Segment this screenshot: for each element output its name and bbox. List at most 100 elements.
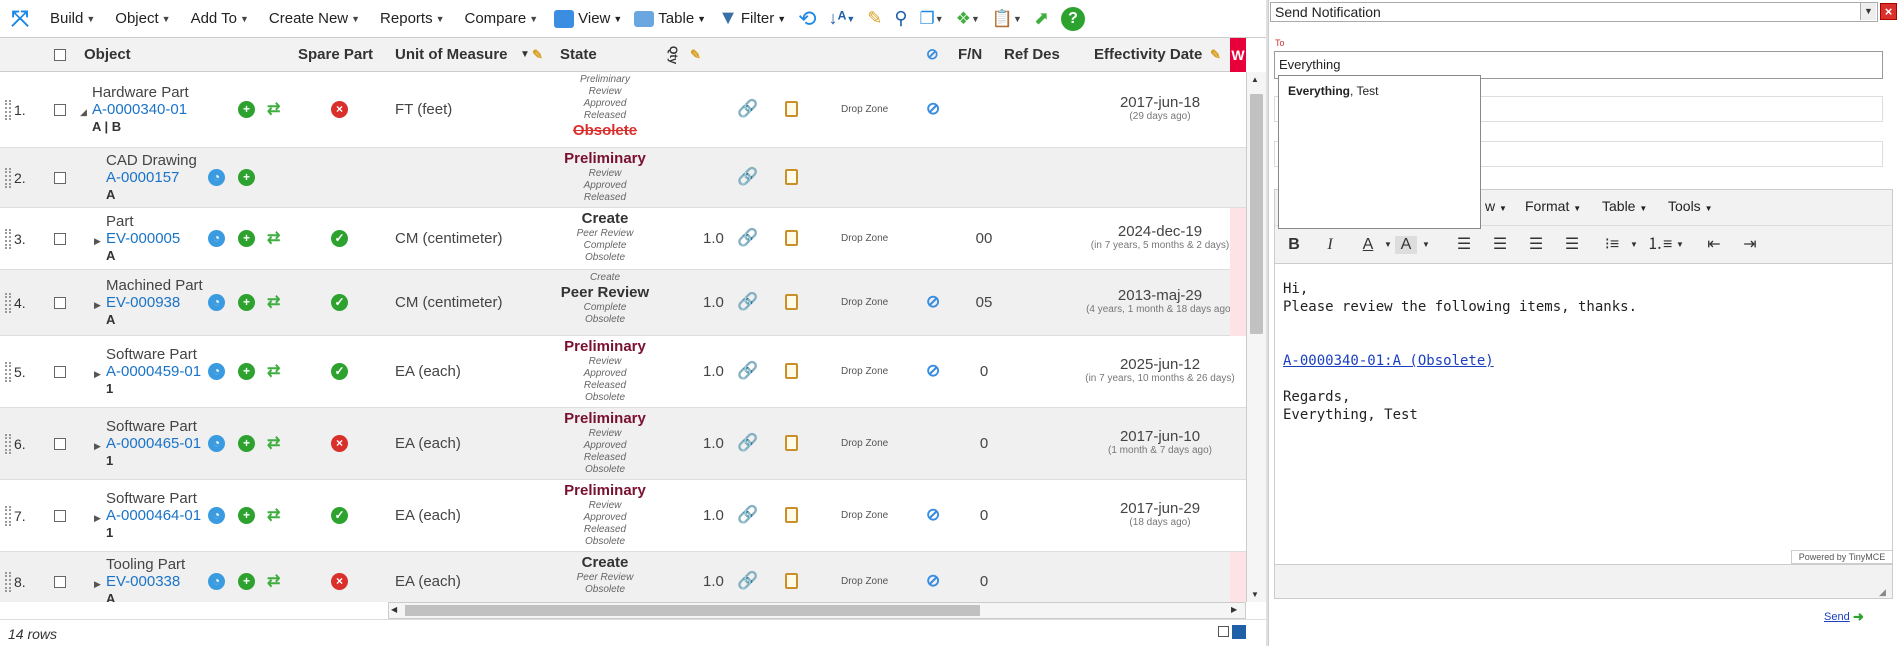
menu-add-to[interactable]: Add To ▼ (181, 0, 259, 38)
fn-cell[interactable]: 0 (964, 507, 1004, 524)
drag-handle[interactable] (5, 362, 11, 382)
state-cell[interactable]: Preliminary Review Approved Released Obsolet… (540, 482, 670, 548)
add-icon[interactable]: + (238, 294, 255, 311)
effdate-cell[interactable]: 2025-jun-12 (in 7 years, 10 months & 26 … (1080, 356, 1240, 385)
object-number[interactable]: A-0000157 (106, 169, 197, 186)
drag-handle[interactable] (5, 100, 11, 120)
row-checkbox[interactable] (54, 576, 66, 588)
editor-menu-view[interactable]: w ▼ (1485, 198, 1507, 214)
header-qty[interactable]: Qty (656, 46, 690, 64)
drop-zone[interactable]: Drop Zone (841, 297, 888, 308)
link-icon[interactable]: 🔗 (737, 505, 758, 525)
sync-icon[interactable]: ⇄ (267, 505, 280, 525)
header-state[interactable]: State (560, 38, 597, 72)
row-checkbox[interactable] (54, 104, 66, 116)
attachment-icon[interactable]: ⊘ (926, 361, 940, 381)
effdate-cell[interactable]: 2017-jun-10 (1 month & 7 days ago) (1080, 428, 1240, 457)
maximize-icon[interactable] (1232, 625, 1246, 639)
scroll-left-icon[interactable]: ◀ (391, 605, 397, 614)
send-arrow-icon[interactable]: ➜ (1853, 609, 1864, 625)
clipboard-icon[interactable] (785, 573, 798, 592)
drag-handle[interactable] (5, 572, 11, 592)
effdate-cell[interactable]: 2017-jun-18 (29 days ago) (1080, 94, 1240, 123)
add-icon[interactable]: + (238, 507, 255, 524)
expand-icon[interactable]: ▶ (94, 369, 101, 380)
vertical-scrollbar[interactable]: ▲ ▼ (1246, 72, 1266, 602)
qty-cell[interactable]: 1.0 (703, 507, 724, 524)
table-row[interactable]: 8. ▶ Tooling Part EV-000338 A ◔ + ⇄ × EA (eac… (0, 552, 1246, 602)
align-center-icon[interactable]: ☰ (1489, 234, 1511, 256)
table-row[interactable]: 6. ▶ Software Part A-0000465-01 1 ◔ + ⇄ × EA … (0, 408, 1246, 480)
menu-object[interactable]: Object ▼ (105, 0, 180, 38)
help-icon[interactable]: ? (1055, 0, 1091, 38)
align-left-icon[interactable]: ☰ (1453, 234, 1475, 256)
object-number[interactable]: A-0000464-01 (106, 507, 201, 524)
header-object[interactable]: Object (84, 38, 131, 72)
clipboard-icon[interactable] (785, 435, 798, 454)
chevron-down-icon[interactable]: ▼ (1415, 234, 1437, 256)
link-icon[interactable]: 🔗 (737, 99, 758, 119)
clipboard-icon[interactable] (785, 230, 798, 249)
drag-handle[interactable] (5, 506, 11, 526)
horizontal-scroll-thumb[interactable] (405, 605, 980, 616)
row-checkbox[interactable] (54, 438, 66, 450)
globe-icon[interactable]: ◔ (208, 573, 225, 590)
external-link-icon[interactable]: ⬈ (1028, 0, 1055, 38)
row-checkbox[interactable] (54, 510, 66, 522)
fn-cell[interactable]: 00 (964, 230, 1004, 247)
drop-zone[interactable]: Drop Zone (841, 576, 888, 587)
table-row[interactable]: 1. ◢ Hardware Part A-0000340-01 A | B + ⇄ ×… (0, 72, 1246, 148)
link-icon[interactable]: 🔗 (737, 228, 758, 248)
sort-icon[interactable]: ↓ᴬ ▼ (823, 0, 862, 38)
clipboard-icon[interactable] (785, 507, 798, 526)
menu-reports[interactable]: Reports ▼ (370, 0, 454, 38)
header-refdes[interactable]: Ref Des (1004, 38, 1060, 72)
effdate-cell[interactable]: 2017-jun-29 (18 days ago) (1080, 500, 1240, 529)
sync-icon[interactable]: ⇄ (267, 228, 280, 248)
drop-zone[interactable]: Drop Zone (841, 366, 888, 377)
link-icon[interactable]: 🔗 (737, 361, 758, 381)
scroll-right-icon[interactable]: ▶ (1231, 605, 1237, 614)
table-row[interactable]: 7. ▶ Software Part A-0000464-01 1 ◔ + ⇄ ✓ EA … (0, 480, 1246, 552)
add-icon[interactable]: + (238, 169, 255, 186)
globe-icon[interactable]: ◔ (208, 230, 225, 247)
drop-zone[interactable]: Drop Zone (841, 510, 888, 521)
sync-icon[interactable]: ⇄ (267, 433, 280, 453)
edit-column-icon[interactable]: ✎ (1210, 38, 1221, 72)
object-number[interactable]: EV-000938 (106, 294, 203, 311)
chevron-down-icon[interactable]: ▼ (1623, 234, 1645, 256)
link-icon[interactable]: 🔗 (737, 571, 758, 591)
state-cell[interactable]: Preliminary Review Approved Released Obsolet… (540, 410, 670, 476)
drop-zone[interactable]: Drop Zone (841, 438, 888, 449)
header-extra[interactable]: W (1230, 38, 1246, 72)
vertical-scroll-thumb[interactable] (1250, 94, 1263, 334)
object-number[interactable]: A-0000340-01 (92, 101, 189, 118)
qty-cell[interactable]: 1.0 (703, 573, 724, 590)
header-fn[interactable]: F/N (958, 38, 982, 72)
sync-icon[interactable]: ⇄ (267, 361, 280, 381)
globe-icon[interactable]: ◔ (208, 294, 225, 311)
qty-cell[interactable]: 1.0 (703, 363, 724, 380)
menu-create-new[interactable]: Create New ▼ (259, 0, 370, 38)
drop-zone[interactable]: Drop Zone (841, 233, 888, 244)
add-icon[interactable]: + (238, 230, 255, 247)
chevron-down-icon[interactable]: ▼ (1669, 234, 1691, 256)
header-uom[interactable]: Unit of Measure (395, 38, 508, 72)
restore-icon[interactable] (1218, 626, 1229, 637)
sync-icon[interactable]: ⇄ (267, 99, 280, 119)
drag-handle[interactable] (5, 168, 11, 188)
drag-handle[interactable] (5, 229, 11, 249)
globe-icon[interactable]: ◔ (208, 507, 225, 524)
add-icon[interactable]: + (238, 363, 255, 380)
state-cell[interactable]: Preliminary Review Approved Released (540, 150, 670, 204)
attachment-icon[interactable]: ⊘ (926, 99, 940, 119)
resize-handle-icon[interactable]: ◢ (1879, 587, 1886, 598)
state-cell[interactable]: Preliminary Review Approved Released Obsolet… (540, 338, 670, 404)
collapse-icon[interactable]: ◢ (80, 107, 87, 118)
fn-cell[interactable]: 0 (964, 435, 1004, 452)
globe-icon[interactable]: ◔ (208, 169, 225, 186)
edit-column-icon[interactable]: ✎ (690, 38, 701, 72)
panel-select[interactable]: Send Notification (1270, 2, 1878, 22)
sync-icon[interactable]: ⇄ (267, 571, 280, 591)
sync-icon[interactable]: ⇄ (267, 292, 280, 312)
